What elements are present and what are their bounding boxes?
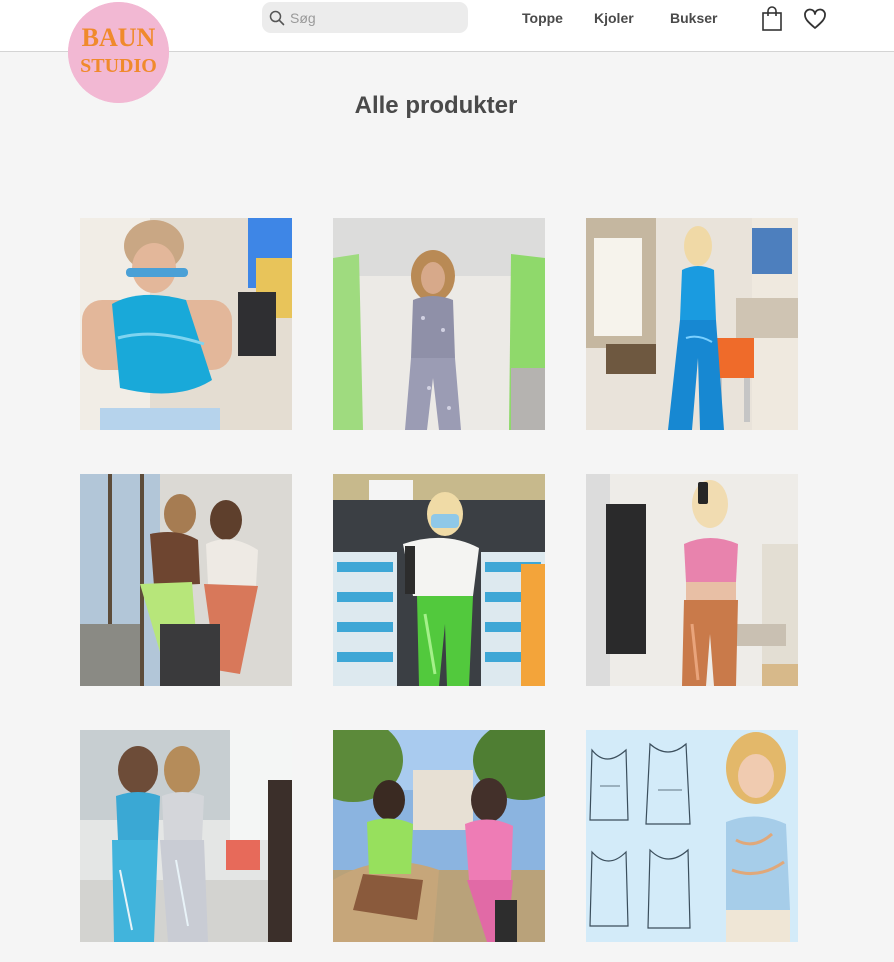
product-card[interactable] <box>80 218 292 430</box>
heart-icon[interactable] <box>803 8 827 30</box>
product-card[interactable] <box>586 474 798 686</box>
nav-item-toppe[interactable]: Toppe <box>522 10 563 26</box>
product-image <box>80 218 292 430</box>
search-icon[interactable] <box>269 10 285 26</box>
product-image <box>80 474 292 686</box>
product-card[interactable] <box>333 474 545 686</box>
logo-text-bottom: STUDIO <box>80 55 157 77</box>
product-image <box>333 730 545 942</box>
search-input[interactable] <box>290 9 450 26</box>
product-grid <box>80 218 798 942</box>
nav-item-bukser[interactable]: Bukser <box>670 10 717 26</box>
shopping-bag-icon[interactable] <box>761 6 783 32</box>
product-card[interactable] <box>333 730 545 942</box>
nav-item-kjoler[interactable]: Kjoler <box>594 10 634 26</box>
product-card[interactable] <box>80 474 292 686</box>
product-card[interactable] <box>80 730 292 942</box>
search-bar[interactable] <box>262 2 468 33</box>
product-image <box>333 218 545 430</box>
logo-text-top: BAUN <box>82 23 156 52</box>
brand-logo[interactable]: BAUN STUDIO <box>68 2 169 103</box>
product-image <box>80 730 292 942</box>
product-image <box>586 474 798 686</box>
product-card[interactable] <box>586 730 798 942</box>
product-card[interactable] <box>586 218 798 430</box>
product-image <box>586 730 798 942</box>
product-image <box>333 474 545 686</box>
product-image <box>586 218 798 430</box>
product-card[interactable] <box>333 218 545 430</box>
